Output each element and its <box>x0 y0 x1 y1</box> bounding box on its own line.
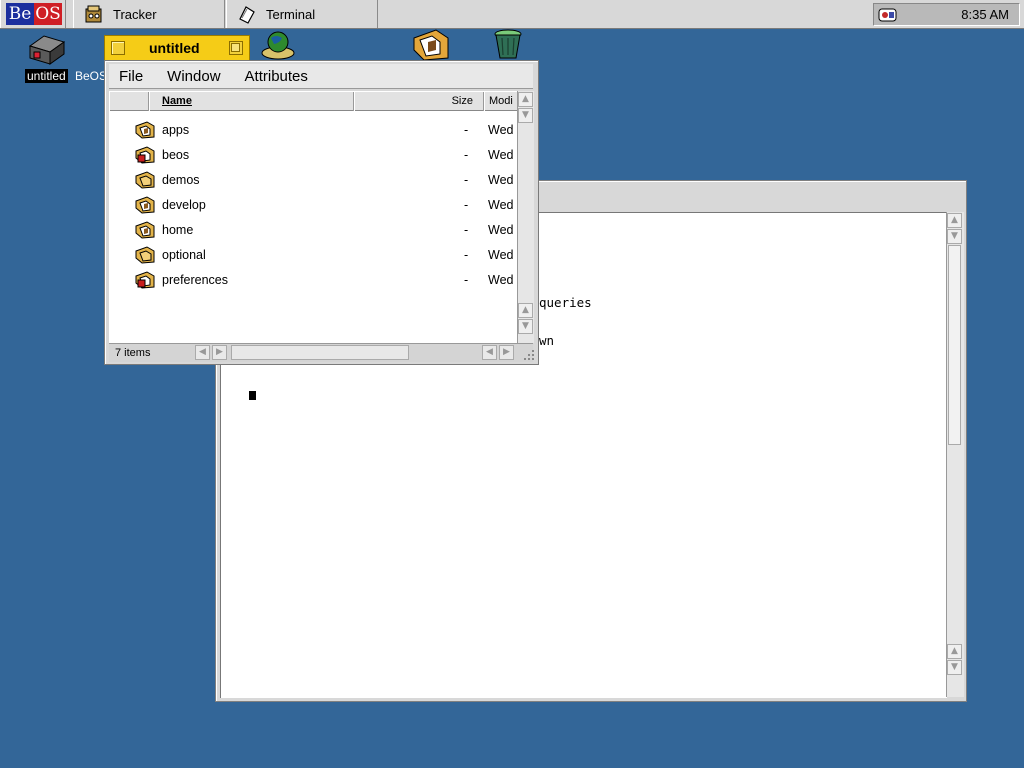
task-tracker[interactable]: Tracker <box>73 0 225 28</box>
list-item[interactable]: home - Wed <box>109 217 517 242</box>
tracker-icon <box>85 5 102 23</box>
terminal-vertical-scrollbar[interactable]: ▲ ▼ ▲ ▼ <box>946 212 964 697</box>
column-header-icon[interactable] <box>109 92 149 111</box>
menu-file[interactable]: File <box>109 68 153 85</box>
terminal-scroll-down-button[interactable]: ▼ <box>947 229 962 244</box>
column-header-size[interactable]: Size <box>354 92 484 111</box>
file-size: - <box>464 273 469 287</box>
file-modified: Wed <box>488 173 514 187</box>
tracker-vertical-scrollbar[interactable]: ▲ ▼ ▲ ▼ <box>517 91 534 343</box>
item-count: 7 items <box>115 347 151 359</box>
list-item[interactable]: apps - Wed <box>109 117 517 142</box>
system-tray: 8:35 AM <box>873 3 1020 26</box>
close-button[interactable] <box>111 41 125 55</box>
terminal-scroll-down-button-bottom[interactable]: ▼ <box>947 660 962 675</box>
zoom-button[interactable] <box>229 41 243 55</box>
status-bar: 7 items ◀ ▶ ◀ ▶ <box>109 343 533 362</box>
file-list[interactable]: apps - Wed beos - Wed demos - Wed develo… <box>109 111 517 343</box>
list-item[interactable]: beos - Wed <box>109 142 517 167</box>
folder-icon <box>135 171 155 189</box>
file-modified: Wed <box>488 198 514 212</box>
scroll-right-button[interactable]: ▶ <box>212 345 227 360</box>
file-name: apps <box>162 123 190 137</box>
terminal-scroll-up-button-bottom[interactable]: ▲ <box>947 644 962 659</box>
terminal-line-wn: wn <box>539 333 555 348</box>
file-name: home <box>162 223 194 237</box>
os-logo-text: OS <box>34 3 62 25</box>
query-folder-icon <box>135 221 155 239</box>
be-menu-button[interactable]: Be OS <box>6 3 62 25</box>
trash-icon[interactable] <box>490 26 526 62</box>
column-header: Name Size Modi <box>109 91 524 111</box>
be-logo-text: Be <box>6 3 34 25</box>
home-folder-icon[interactable] <box>410 28 452 62</box>
file-modified: Wed <box>488 123 514 137</box>
mail-daemon-icon[interactable] <box>877 6 899 24</box>
file-modified: Wed <box>488 223 514 237</box>
column-header-name[interactable]: Name <box>149 92 354 111</box>
file-size: - <box>464 248 469 262</box>
desktop-icon-beos-label[interactable]: BeOS <box>75 69 107 83</box>
scroll-down-button-bottom[interactable]: ▼ <box>518 319 533 334</box>
file-size: - <box>464 148 469 162</box>
scroll-up-button-bottom[interactable]: ▲ <box>518 303 533 318</box>
file-size: - <box>464 198 469 212</box>
horizontal-scroll-thumb[interactable] <box>231 345 409 360</box>
be-menu-cell[interactable]: Be OS <box>0 0 66 28</box>
window-title: untitled <box>149 40 200 56</box>
file-name: demos <box>162 173 200 187</box>
task-terminal-label: Terminal <box>266 6 316 22</box>
query-folder-icon <box>135 121 155 139</box>
tracker-window[interactable]: File Window Attributes Name Size Modi ap… <box>104 60 539 365</box>
task-terminal[interactable]: Terminal <box>226 0 378 28</box>
file-size: - <box>464 173 469 187</box>
list-item[interactable]: demos - Wed <box>109 167 517 192</box>
tracker-window-tab[interactable]: untitled <box>104 35 250 61</box>
list-item[interactable]: develop - Wed <box>109 192 517 217</box>
file-modified: Wed <box>488 148 514 162</box>
terminal-cursor <box>249 391 256 400</box>
file-modified: Wed <box>488 273 514 287</box>
list-item[interactable]: preferences - Wed <box>109 267 517 292</box>
disk-icon[interactable] <box>26 30 66 66</box>
file-size: - <box>464 123 469 137</box>
scroll-down-button[interactable]: ▼ <box>518 108 533 123</box>
query-folder-icon <box>135 196 155 214</box>
deskbar: Be OS Tracker Terminal 8:35 AM <box>0 0 1024 29</box>
scroll-left-button-2[interactable]: ◀ <box>482 345 497 360</box>
desktop-icon-untitled-label[interactable]: untitled <box>25 69 68 83</box>
menu-window[interactable]: Window <box>157 68 230 85</box>
task-tracker-label: Tracker <box>113 6 157 22</box>
scroll-right-button-2[interactable]: ▶ <box>499 345 514 360</box>
file-size: - <box>464 223 469 237</box>
terminal-scroll-thumb[interactable] <box>948 245 961 445</box>
system-folder-icon <box>135 146 155 164</box>
scroll-up-button[interactable]: ▲ <box>518 92 533 107</box>
resize-grip-icon[interactable] <box>522 348 536 362</box>
file-name: beos <box>162 148 190 162</box>
file-name: optional <box>162 248 206 262</box>
terminal-line-queries: queries <box>539 295 592 310</box>
menu-attributes[interactable]: Attributes <box>235 68 318 85</box>
clock[interactable]: 8:35 AM <box>961 7 1009 22</box>
file-name: develop <box>162 198 206 212</box>
scroll-left-button[interactable]: ◀ <box>195 345 210 360</box>
terminal-scroll-up-button[interactable]: ▲ <box>947 213 962 228</box>
file-name: preferences <box>162 273 229 287</box>
menu-bar: File Window Attributes <box>109 64 533 89</box>
list-item[interactable]: optional - Wed <box>109 242 517 267</box>
file-modified: Wed <box>488 248 514 262</box>
system-folder-icon <box>135 271 155 289</box>
terminal-icon <box>239 6 255 24</box>
folder-icon <box>135 246 155 264</box>
network-globe-icon[interactable] <box>258 29 298 61</box>
